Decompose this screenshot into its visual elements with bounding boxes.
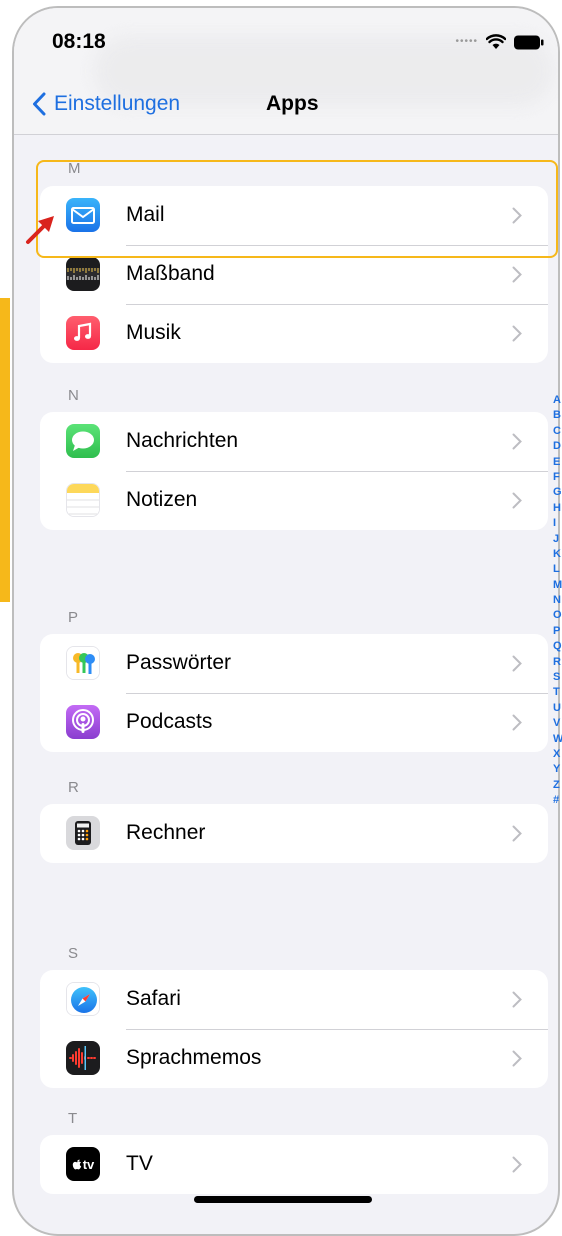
- app-row-passwords[interactable]: Passwörter: [40, 634, 548, 693]
- section-header-p: P: [68, 609, 79, 626]
- index-letter[interactable]: U: [553, 701, 562, 716]
- navigation-header: 08:18 ••••• Einstellungen Apps: [14, 8, 558, 135]
- section-index[interactable]: A B C D E F G H I J K L M N O P Q R S T U V W X Y Z #: [553, 393, 562, 809]
- chevron-right-icon: [512, 1050, 522, 1067]
- section-header-t: T: [68, 1110, 78, 1127]
- index-letter[interactable]: H: [553, 501, 562, 516]
- app-label: Musik: [126, 321, 181, 344]
- section-header-n: N: [68, 387, 79, 404]
- home-indicator: [194, 1196, 372, 1203]
- chevron-right-icon: [512, 991, 522, 1008]
- index-letter[interactable]: B: [553, 408, 562, 423]
- apple-logo-icon: [72, 1159, 81, 1170]
- status-time: 08:18: [52, 30, 106, 53]
- notes-icon: [66, 483, 100, 517]
- app-row-tv[interactable]: tv TV: [40, 1135, 548, 1194]
- app-row-notes[interactable]: Notizen: [40, 471, 548, 530]
- index-letter[interactable]: D: [553, 439, 562, 454]
- app-label: Notizen: [126, 488, 198, 511]
- tv-icon-text: tv: [82, 1156, 95, 1172]
- chevron-right-icon: [512, 266, 522, 283]
- section-group-t: tv TV: [40, 1135, 548, 1194]
- app-row-voice-memos[interactable]: Sprachmemos: [40, 1029, 548, 1088]
- app-label: Podcasts: [126, 710, 213, 733]
- app-row-safari[interactable]: Safari: [40, 970, 548, 1029]
- status-icons: •••••: [455, 33, 544, 51]
- index-letter[interactable]: Z: [553, 778, 562, 793]
- signal-icon: •••••: [455, 36, 478, 47]
- music-icon: [66, 316, 100, 350]
- index-letter[interactable]: T: [553, 685, 562, 700]
- index-letter[interactable]: C: [553, 424, 562, 439]
- measure-icon: [66, 257, 100, 291]
- index-letter[interactable]: I: [553, 516, 562, 531]
- highlight-box: [36, 160, 558, 258]
- index-letter[interactable]: J: [553, 532, 562, 547]
- side-marker: [0, 298, 10, 602]
- wifi-icon: [486, 34, 506, 49]
- page-title: Apps: [266, 92, 319, 115]
- back-button[interactable]: Einstellungen: [32, 92, 180, 116]
- chevron-right-icon: [512, 492, 522, 509]
- index-letter[interactable]: Y: [553, 762, 562, 777]
- arrow-pointer-icon: [26, 216, 54, 244]
- chevron-right-icon: [512, 325, 522, 342]
- section-group-r: Rechner: [40, 804, 548, 863]
- chevron-right-icon: [512, 433, 522, 450]
- index-letter[interactable]: F: [553, 470, 562, 485]
- index-letter[interactable]: L: [553, 562, 562, 577]
- index-letter[interactable]: V: [553, 716, 562, 731]
- index-letter[interactable]: #: [553, 793, 562, 808]
- index-letter[interactable]: N: [553, 593, 562, 608]
- app-label: Passwörter: [126, 651, 232, 674]
- index-letter[interactable]: P: [553, 624, 562, 639]
- messages-icon: [66, 424, 100, 458]
- back-label: Einstellungen: [54, 92, 181, 115]
- app-row-calculator[interactable]: Rechner: [40, 804, 548, 863]
- app-row-messages[interactable]: Nachrichten: [40, 412, 548, 471]
- section-group-n: Nachrichten Notizen: [40, 412, 548, 530]
- chevron-left-icon: [33, 92, 46, 116]
- index-letter[interactable]: Q: [553, 639, 562, 654]
- section-header-r: R: [68, 779, 79, 796]
- safari-icon: [66, 982, 100, 1016]
- app-label: Maßband: [126, 262, 215, 285]
- calculator-icon: [66, 816, 100, 850]
- app-label: Sprachmemos: [126, 1046, 262, 1069]
- app-row-music[interactable]: Musik: [40, 304, 548, 363]
- index-letter[interactable]: X: [553, 747, 562, 762]
- app-row-podcasts[interactable]: Podcasts: [40, 693, 548, 752]
- app-label: Nachrichten: [126, 429, 239, 452]
- chevron-right-icon: [512, 1156, 522, 1173]
- index-letter[interactable]: M: [553, 578, 562, 593]
- section-group-s: Safari Sprachmemos: [40, 970, 548, 1088]
- battery-icon: [514, 35, 544, 49]
- index-letter[interactable]: K: [553, 547, 562, 562]
- app-label: Rechner: [126, 821, 206, 844]
- podcasts-icon: [66, 705, 100, 739]
- section-group-p: Passwörter Podcasts: [40, 634, 548, 752]
- section-header-s: S: [68, 945, 79, 962]
- index-letter[interactable]: S: [553, 670, 562, 685]
- index-letter[interactable]: A: [553, 393, 562, 408]
- app-label: Safari: [126, 987, 181, 1010]
- tv-icon: tv: [66, 1147, 100, 1181]
- app-label: TV: [126, 1152, 153, 1175]
- chevron-right-icon: [512, 714, 522, 731]
- index-letter[interactable]: G: [553, 485, 562, 500]
- chevron-right-icon: [512, 825, 522, 842]
- index-letter[interactable]: E: [553, 455, 562, 470]
- passwords-icon: [66, 646, 100, 680]
- index-letter[interactable]: O: [553, 608, 562, 623]
- voice-memos-icon: [66, 1041, 100, 1075]
- chevron-right-icon: [512, 655, 522, 672]
- index-letter[interactable]: R: [553, 655, 562, 670]
- index-letter[interactable]: W: [553, 732, 562, 747]
